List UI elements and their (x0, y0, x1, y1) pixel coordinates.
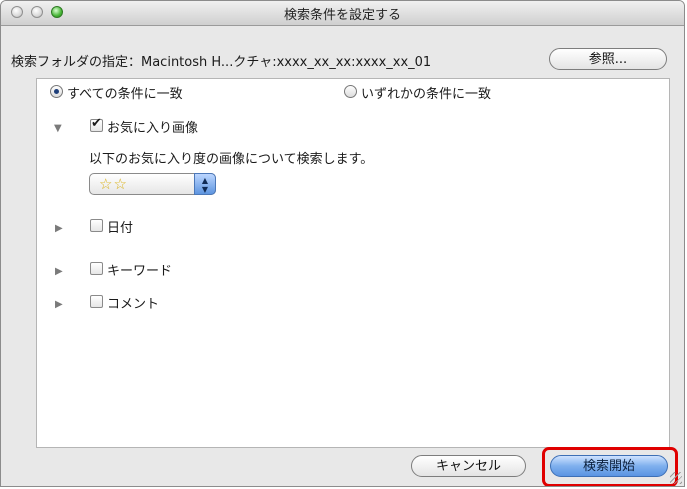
rating-select[interactable]: ☆☆ ▲ ▼ (89, 173, 216, 195)
title-bar[interactable]: 検索条件を設定する (1, 1, 684, 26)
triangle-right-icon[interactable]: ▶ (55, 266, 63, 277)
up-down-arrows-icon: ▲ ▼ (194, 173, 216, 195)
condition-date-label[interactable]: 日付 (107, 217, 133, 236)
condition-comment-checkbox[interactable] (90, 295, 103, 308)
rating-value: ☆☆ (99, 175, 128, 193)
condition-favorite-label[interactable]: お気に入り画像 (107, 117, 198, 136)
resize-grip-icon[interactable] (670, 472, 682, 484)
cancel-button[interactable]: キャンセル (411, 455, 526, 477)
triangle-right-icon[interactable]: ▶ (55, 223, 63, 234)
match-any-label[interactable]: いずれかの条件に一致 (361, 83, 491, 102)
condition-keyword-label[interactable]: キーワード (107, 260, 172, 279)
condition-comment-label[interactable]: コメント (107, 293, 159, 312)
match-any-radio[interactable] (344, 85, 357, 98)
condition-date-checkbox[interactable] (90, 219, 103, 232)
match-all-label[interactable]: すべての条件に一致 (67, 83, 183, 102)
dialog-window: 検索条件を設定する 検索フォルダの指定：Macintosh H...クチャ:xx… (0, 0, 685, 487)
condition-favorite-checkbox[interactable] (90, 116, 103, 132)
condition-favorite-description: 以下のお気に入り度の画像について検索します。 (89, 152, 374, 167)
triangle-down-icon[interactable]: ▼ (54, 123, 62, 134)
browse-button[interactable]: 参照... (549, 48, 667, 70)
condition-keyword-checkbox[interactable] (90, 262, 103, 275)
highlight-frame (542, 447, 678, 486)
triangle-right-icon[interactable]: ▶ (55, 299, 63, 310)
search-folder-label: 検索フォルダの指定：Macintosh H...クチャ:xxxx_xx_xx:x… (11, 55, 432, 70)
match-all-radio[interactable] (50, 85, 63, 98)
window-title: 検索条件を設定する (283, 8, 401, 23)
